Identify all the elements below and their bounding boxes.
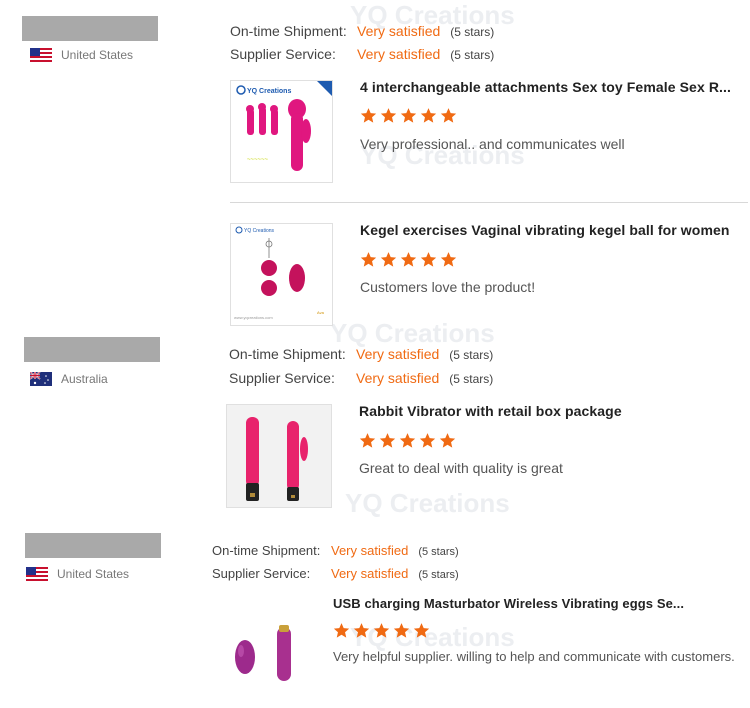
supplier-service-rating: Supplier Service: Very satisfied (5 star…	[229, 370, 493, 386]
star-icon	[360, 252, 377, 267]
star-icon	[440, 108, 457, 123]
star-icon	[419, 433, 436, 448]
supplier-stars-count: (5 stars)	[418, 569, 459, 581]
svg-text:www.yqcreations.com: www.yqcreations.com	[234, 315, 273, 320]
star-icon	[360, 108, 377, 123]
reviewer-country: United States	[26, 567, 129, 581]
product-thumbnail[interactable]: YQ Creations ~~~~~~	[230, 80, 333, 183]
star-icon	[420, 252, 437, 267]
star-icon	[359, 433, 376, 448]
product-thumbnail[interactable]	[210, 598, 308, 695]
country-label: United States	[61, 48, 134, 62]
reviewer-name-redacted	[22, 16, 158, 41]
product-title-link[interactable]: Kegel exercises Vaginal vibrating kegel …	[360, 222, 730, 238]
watermark: YQ Creations	[330, 318, 495, 348]
supplier-value: Very satisfied	[357, 46, 441, 62]
supplier-service-rating: Supplier Service: Very satisfied (5 star…	[230, 46, 494, 62]
australia-flag-icon	[30, 372, 52, 386]
review-comment: Very helpful supplier. willing to help a…	[333, 649, 735, 664]
product-star-rating	[333, 622, 430, 639]
reviewer-name-redacted	[25, 533, 161, 558]
star-icon	[353, 623, 370, 638]
review-comment: Great to deal with quality is great	[359, 460, 563, 476]
product-thumbnail[interactable]	[226, 404, 332, 508]
ontime-stars-count: (5 stars)	[418, 546, 459, 558]
supplier-label: Supplier Service:	[229, 370, 335, 386]
svg-text:~~~~~~: ~~~~~~	[247, 157, 269, 163]
star-icon	[400, 252, 417, 267]
supplier-stars-count: (5 stars)	[450, 48, 495, 62]
supplier-value: Very satisfied	[331, 566, 409, 581]
supplier-value: Very satisfied	[356, 370, 440, 386]
reviewer-country: Australia	[30, 372, 108, 386]
star-icon	[420, 108, 437, 123]
us-flag-icon	[26, 567, 48, 581]
product-title-link[interactable]: Rabbit Vibrator with retail box package	[359, 403, 622, 419]
review-comment: Very professional.. and communicates wel…	[360, 136, 625, 152]
reviewer-name-redacted	[24, 337, 160, 362]
product-title-link[interactable]: 4 interchangeable attachments Sex toy Fe…	[360, 79, 731, 95]
country-label: United States	[57, 567, 130, 581]
star-icon	[399, 433, 416, 448]
supplier-label: Supplier Service:	[212, 566, 311, 581]
ontime-label: On-time Shipment:	[229, 346, 346, 362]
ontime-label: On-time Shipment:	[212, 543, 321, 558]
star-icon	[413, 623, 430, 638]
ontime-shipment-rating: On-time Shipment: Very satisfied (5 star…	[230, 23, 494, 39]
star-icon	[373, 623, 390, 638]
reviewer-country: United States	[30, 48, 133, 62]
ontime-stars-count: (5 stars)	[450, 25, 495, 39]
country-label: Australia	[61, 372, 108, 386]
thumb-brand-text: YQ Creations	[244, 228, 275, 234]
ontime-label: On-time Shipment:	[230, 23, 347, 39]
ontime-shipment-rating: On-time Shipment: Very satisfied (5 star…	[212, 543, 459, 558]
supplier-label: Supplier Service:	[230, 46, 336, 62]
product-thumbnail[interactable]: YQ Creations www.yqcreations.com Ava	[230, 223, 333, 326]
ontime-value: Very satisfied	[356, 346, 440, 362]
star-icon	[400, 108, 417, 123]
supplier-stars-count: (5 stars)	[449, 372, 494, 386]
star-icon	[380, 252, 397, 267]
product-star-rating	[359, 432, 456, 449]
star-icon	[333, 623, 350, 638]
us-flag-icon	[30, 48, 52, 62]
review-comment: Customers love the product!	[360, 279, 536, 295]
divider	[230, 202, 748, 203]
ontime-stars-count: (5 stars)	[449, 348, 494, 362]
star-icon	[439, 433, 456, 448]
product-star-rating	[360, 107, 457, 124]
ontime-shipment-rating: On-time Shipment: Very satisfied (5 star…	[229, 346, 493, 362]
supplier-service-rating: Supplier Service: Very satisfied (5 star…	[212, 566, 459, 581]
thumb-brand-text: YQ Creations	[247, 88, 291, 95]
svg-text:Ava: Ava	[317, 310, 325, 315]
product-star-rating	[360, 251, 457, 268]
product-title-link[interactable]: USB charging Masturbator Wireless Vibrat…	[333, 596, 684, 611]
watermark: YQ Creations	[345, 488, 510, 518]
ontime-value: Very satisfied	[331, 543, 409, 558]
star-icon	[440, 252, 457, 267]
star-icon	[380, 108, 397, 123]
star-icon	[393, 623, 410, 638]
star-icon	[379, 433, 396, 448]
ontime-value: Very satisfied	[357, 23, 441, 39]
